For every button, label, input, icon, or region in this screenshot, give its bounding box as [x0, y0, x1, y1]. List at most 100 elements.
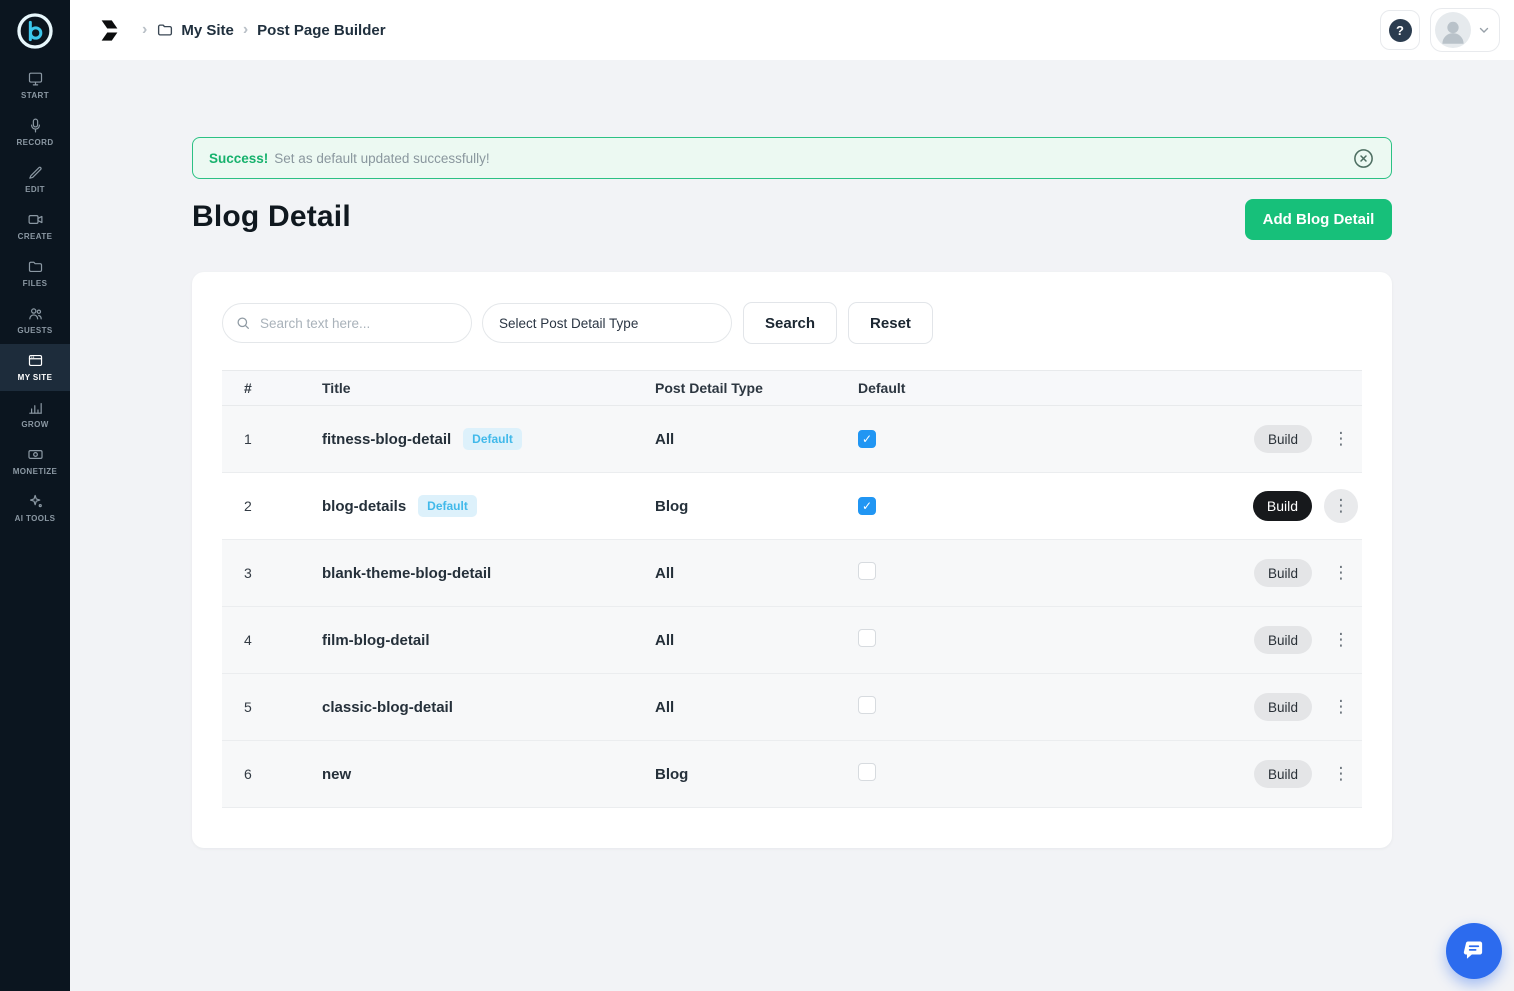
sidebar-item-label: GUESTS — [17, 326, 53, 335]
page-title: Blog Detail — [192, 200, 351, 233]
default-checkbox[interactable] — [858, 629, 876, 647]
sidebar-item-label: GROW — [21, 420, 49, 429]
sidebar-item-label: RECORD — [16, 138, 54, 147]
account-menu[interactable] — [1430, 8, 1500, 52]
record-icon — [27, 117, 44, 134]
edit-icon — [27, 164, 44, 181]
row-menu-button[interactable]: ⋮ — [1324, 556, 1358, 590]
sidebar-item-label: MONETIZE — [12, 467, 58, 476]
help-button[interactable]: ? — [1380, 10, 1420, 50]
table-row: 3 blank-theme-blog-detail All Build ⋮ — [222, 540, 1362, 607]
sidebar-item-create[interactable]: CREATE — [0, 203, 70, 250]
row-number: 6 — [244, 766, 252, 782]
row-title[interactable]: fitness-blog-detail — [322, 431, 451, 448]
row-post-detail-type: Blog — [655, 765, 689, 783]
sidebar-item-files[interactable]: FILES — [0, 250, 70, 297]
close-icon[interactable] — [1352, 147, 1375, 170]
ai-tools-icon — [27, 493, 44, 510]
blog-detail-card: Select Post Detail Type Search Reset # T… — [192, 272, 1392, 848]
sidebar-item-start[interactable]: START — [0, 62, 70, 109]
breadcrumb-chevron-icon: › — [242, 21, 249, 38]
row-title[interactable]: classic-blog-detail — [322, 699, 453, 716]
default-badge: Default — [418, 495, 477, 517]
chat-button[interactable] — [1446, 923, 1502, 979]
header-post-detail-type: Post Detail Type — [655, 380, 763, 396]
row-post-detail-type: All — [655, 698, 675, 716]
table-row: 4 film-blog-detail All Build ⋮ — [222, 607, 1362, 674]
table-row: 5 classic-blog-detail All Build ⋮ — [222, 674, 1362, 741]
default-checkbox[interactable] — [858, 763, 876, 781]
row-post-detail-type: All — [655, 564, 675, 582]
table-row: 2 blog-details Default Blog Build ⋮ — [222, 473, 1362, 540]
row-post-detail-type: All — [655, 430, 675, 448]
blog-detail-table: # Title Post Detail Type Default 1 fitnes… — [222, 370, 1362, 808]
build-button[interactable]: Build — [1253, 425, 1312, 453]
sidebar-item-label: FILES — [22, 279, 48, 288]
chat-icon — [1461, 938, 1487, 964]
monetize-icon — [27, 446, 44, 463]
chevron-down-icon — [1477, 23, 1491, 37]
table-row: 1 fitness-blog-detail Default All Build ⋮ — [222, 406, 1362, 473]
sidebar: START RECORD EDIT CREATE FILES GUESTS MY SITE G… — [0, 0, 70, 991]
default-checkbox[interactable] — [858, 696, 876, 714]
row-number: 2 — [244, 498, 252, 514]
sidebar-item-my-site[interactable]: MY SITE — [0, 344, 70, 391]
row-menu-button[interactable]: ⋮ — [1324, 623, 1358, 657]
build-button[interactable]: Build — [1253, 559, 1312, 587]
start-icon — [27, 70, 44, 87]
search-icon — [235, 315, 251, 331]
topbar: › My Site › Post Page Builder ? — [70, 0, 1514, 60]
row-post-detail-type: Blog — [655, 497, 689, 515]
breadcrumb-chevron-icon: › — [142, 21, 148, 38]
brand-logo-icon[interactable] — [96, 17, 123, 44]
row-number: 3 — [244, 565, 252, 581]
breadcrumb-site[interactable]: My Site — [156, 21, 234, 39]
row-title[interactable]: film-blog-detail — [322, 632, 430, 649]
add-blog-detail-button[interactable]: Add Blog Detail — [1245, 199, 1392, 240]
breadcrumb-site-label: My Site — [181, 21, 234, 39]
default-checkbox[interactable] — [858, 497, 876, 515]
sidebar-item-grow[interactable]: GROW — [0, 391, 70, 438]
create-icon — [27, 211, 44, 228]
row-menu-button[interactable]: ⋮ — [1324, 757, 1358, 791]
sidebar-item-label: CREATE — [17, 232, 53, 241]
sidebar-item-label: MY SITE — [17, 373, 53, 382]
sidebar-item-ai-tools[interactable]: AI TOOLS — [0, 485, 70, 532]
build-button[interactable]: Build — [1252, 491, 1312, 521]
row-title[interactable]: blank-theme-blog-detail — [322, 565, 491, 582]
row-menu-button[interactable]: ⋮ — [1324, 690, 1358, 724]
table-header: # Title Post Detail Type Default — [222, 370, 1362, 406]
app-logo[interactable] — [0, 0, 70, 62]
header-title: Title — [322, 380, 351, 396]
default-badge: Default — [463, 428, 522, 450]
table-body: 1 fitness-blog-detail Default All Build ⋮ 2 blo… — [222, 406, 1362, 808]
row-title[interactable]: blog-details — [322, 498, 406, 515]
default-checkbox[interactable] — [858, 562, 876, 580]
row-post-detail-type: All — [655, 631, 675, 649]
grow-icon — [27, 399, 44, 416]
search-input[interactable] — [222, 303, 472, 343]
row-number: 4 — [244, 632, 252, 648]
sidebar-item-record[interactable]: RECORD — [0, 109, 70, 156]
table-row: 6 new Blog Build ⋮ — [222, 741, 1362, 808]
sidebar-nav: START RECORD EDIT CREATE FILES GUESTS MY SITE G… — [0, 62, 70, 532]
sidebar-item-edit[interactable]: EDIT — [0, 156, 70, 203]
search-button[interactable]: Search — [743, 302, 838, 344]
filters-bar: Select Post Detail Type Search Reset — [222, 302, 1362, 344]
sidebar-item-monetize[interactable]: MONETIZE — [0, 438, 70, 485]
build-button[interactable]: Build — [1253, 760, 1312, 788]
row-title[interactable]: new — [322, 766, 351, 783]
folder-icon — [156, 21, 174, 39]
build-button[interactable]: Build — [1253, 626, 1312, 654]
app-logo-icon — [15, 11, 55, 51]
build-button[interactable]: Build — [1253, 693, 1312, 721]
default-checkbox[interactable] — [858, 430, 876, 448]
header-default: Default — [858, 380, 906, 396]
sidebar-item-guests[interactable]: GUESTS — [0, 297, 70, 344]
row-menu-button[interactable]: ⋮ — [1324, 422, 1358, 456]
row-menu-button[interactable]: ⋮ — [1324, 489, 1358, 523]
reset-button[interactable]: Reset — [848, 302, 933, 344]
main-content: Success! Set as default updated successf… — [70, 60, 1514, 991]
alert-message: Set as default updated successfully! — [274, 150, 490, 166]
post-detail-type-select[interactable]: Select Post Detail Type — [482, 303, 732, 343]
